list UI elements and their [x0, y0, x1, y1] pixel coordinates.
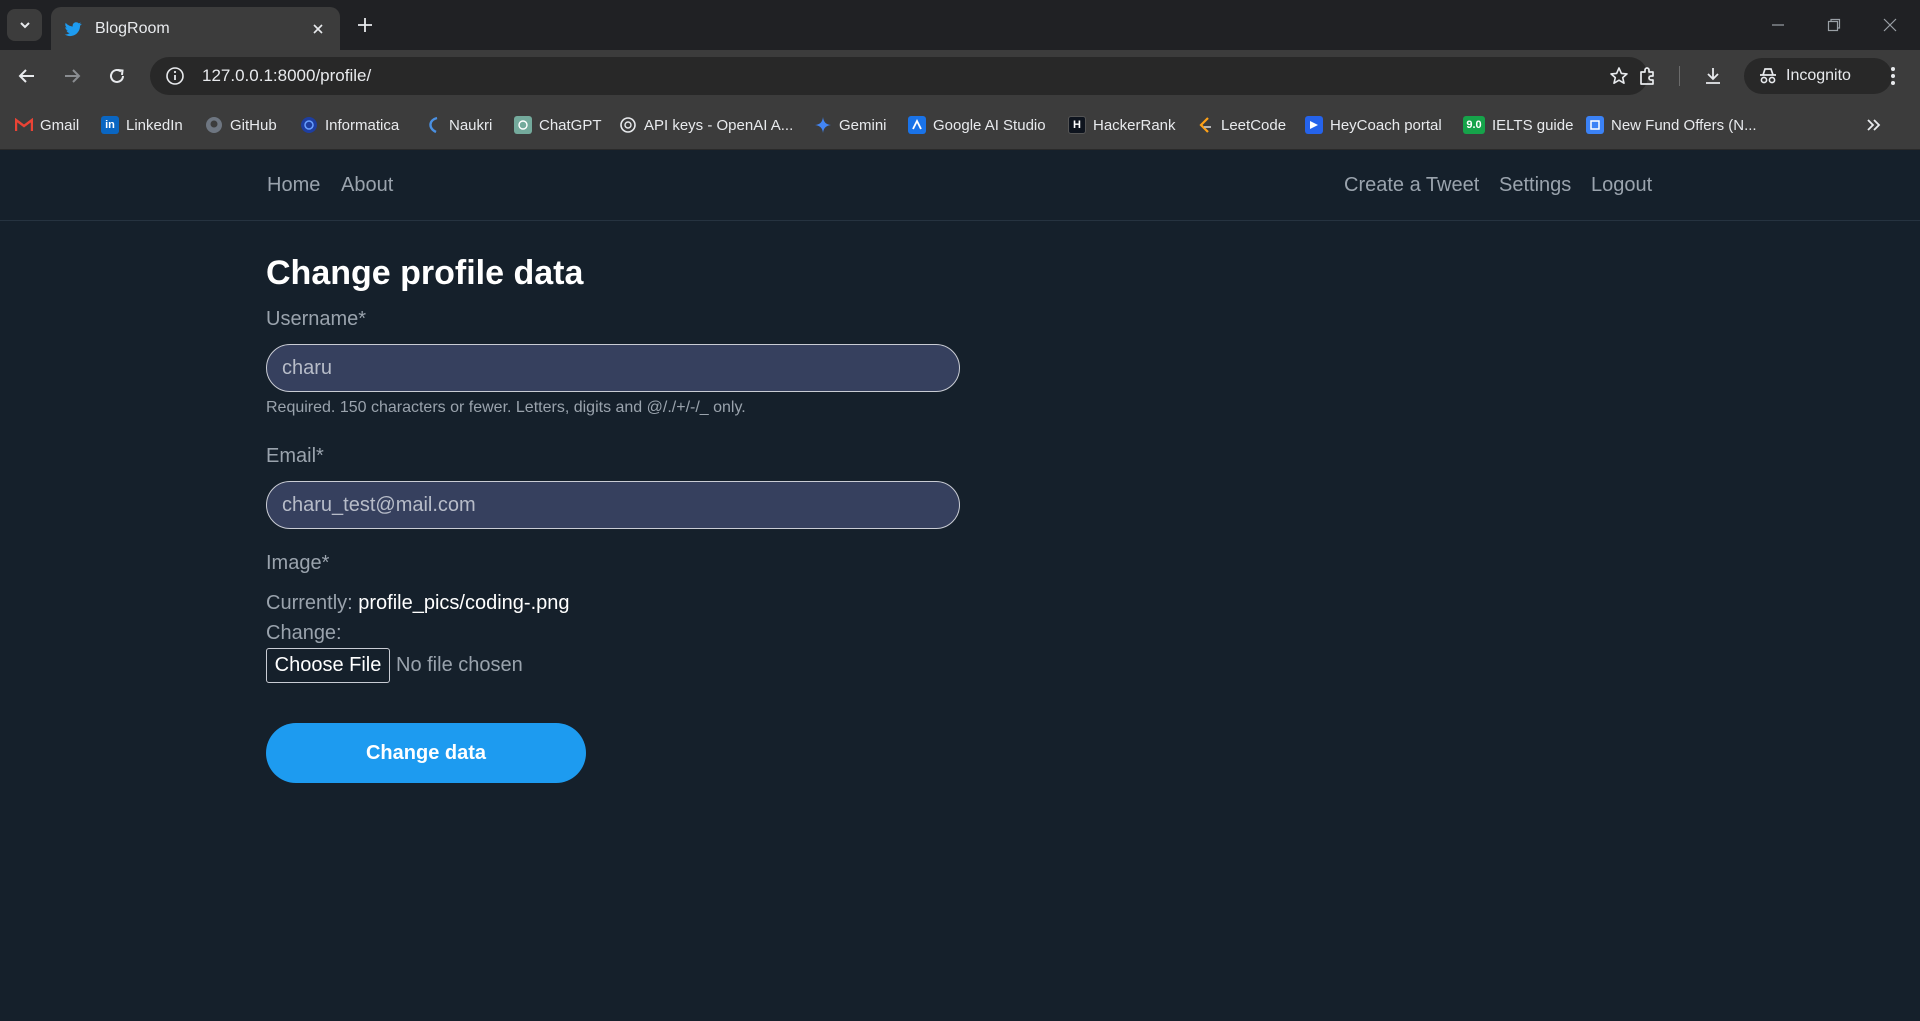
nav-about-link[interactable]: About [341, 174, 393, 197]
bookmark-google-ai-studio[interactable]: Google AI Studio [908, 114, 1046, 136]
nav-logout-link[interactable]: Logout [1591, 174, 1652, 197]
image-label: Image* [266, 552, 330, 574]
browser-toolbar: 127.0.0.1:8000/profile/ Incognito [0, 50, 1920, 100]
url-text[interactable]: 127.0.0.1:8000/profile/ [202, 66, 1600, 86]
bookmark-gmail[interactable]: Gmail [15, 114, 79, 136]
browser-tab[interactable]: BlogRoom [51, 7, 340, 50]
close-window-icon[interactable] [1862, 8, 1918, 42]
bookmarks-bar: Gmail in LinkedIn GitHub Informatica Nau… [0, 100, 1920, 150]
browser-tabstrip: BlogRoom [0, 0, 1920, 50]
twitter-bird-icon [64, 21, 82, 36]
new-tab-icon[interactable] [352, 12, 378, 38]
forward-icon[interactable] [55, 59, 89, 93]
leetcode-icon [1196, 116, 1214, 134]
ai-studio-icon [908, 116, 926, 134]
tab-title: BlogRoom [95, 19, 170, 37]
current-image-line: Currently: profile_pics/coding-.png [266, 592, 570, 615]
address-bar[interactable]: 127.0.0.1:8000/profile/ [150, 57, 1648, 95]
bookmark-informatica[interactable]: Informatica [300, 114, 399, 136]
bookmark-github[interactable]: GitHub [205, 114, 277, 136]
downloads-icon[interactable] [1696, 59, 1730, 93]
bookmark-ielts-guide[interactable]: 9.0 IELTS guide [1463, 114, 1573, 136]
fund-offers-icon [1586, 116, 1604, 134]
currently-label: Currently: [266, 592, 353, 614]
hackerrank-icon: H [1068, 116, 1086, 134]
incognito-badge[interactable]: Incognito [1744, 58, 1892, 94]
heycoach-icon [1305, 116, 1323, 134]
gemini-icon [814, 116, 832, 134]
naukri-icon [424, 116, 442, 134]
chatgpt-icon [514, 116, 532, 134]
bookmarks-overflow-icon[interactable] [1862, 113, 1886, 137]
choose-file-button[interactable]: Choose File [266, 648, 390, 683]
bookmark-linkedin[interactable]: in LinkedIn [101, 114, 183, 136]
change-label: Change: [266, 622, 342, 644]
extensions-icon[interactable] [1630, 59, 1664, 93]
reload-icon[interactable] [100, 59, 134, 93]
bookmark-naukri[interactable]: Naukri [424, 114, 492, 136]
nav-home-link[interactable]: Home [267, 174, 320, 197]
email-input[interactable]: charu_test@mail.com [266, 481, 960, 529]
openai-icon [619, 116, 637, 134]
site-navbar: Home About Create a Tweet Settings Logou… [0, 150, 1920, 221]
informatica-icon [300, 116, 318, 134]
gmail-icon [15, 116, 33, 134]
username-help-text: Required. 150 characters or fewer. Lette… [266, 399, 746, 416]
minimize-icon[interactable] [1750, 8, 1806, 42]
bookmark-chatgpt[interactable]: ChatGPT [514, 114, 602, 136]
bookmark-leetcode[interactable]: LeetCode [1196, 114, 1286, 136]
page-title: Change profile data [266, 254, 584, 292]
tab-search-button[interactable] [7, 9, 42, 41]
back-icon[interactable] [10, 59, 44, 93]
nav-create-tweet-link[interactable]: Create a Tweet [1344, 174, 1479, 197]
change-data-button[interactable]: Change data [266, 723, 586, 783]
ielts-icon: 9.0 [1463, 116, 1485, 134]
incognito-label: Incognito [1786, 67, 1851, 84]
no-file-chosen-text: No file chosen [396, 654, 523, 676]
nav-settings-link[interactable]: Settings [1499, 174, 1571, 197]
bookmark-hackerrank[interactable]: H HackerRank [1068, 114, 1176, 136]
tab-close-icon[interactable] [308, 19, 328, 39]
site-info-icon[interactable] [156, 57, 194, 95]
incognito-icon [1760, 68, 1776, 84]
github-icon [205, 116, 223, 134]
username-label: Username* [266, 308, 367, 330]
toolbar-divider [1679, 66, 1680, 86]
bookmark-gemini[interactable]: Gemini [814, 114, 887, 136]
chevron-down-icon [19, 22, 30, 29]
linkedin-icon: in [101, 116, 119, 134]
menu-kebab-icon[interactable] [1876, 59, 1910, 93]
current-image-link[interactable]: profile_pics/coding-.png [358, 592, 569, 614]
username-input[interactable]: charu [266, 344, 960, 392]
bookmark-heycoach[interactable]: HeyCoach portal [1305, 114, 1442, 136]
restore-icon[interactable] [1806, 8, 1862, 42]
bookmark-openai-api-keys[interactable]: API keys - OpenAI A... [619, 114, 793, 136]
bookmark-new-fund-offers[interactable]: New Fund Offers (N... [1586, 114, 1757, 136]
email-label: Email* [266, 445, 324, 467]
